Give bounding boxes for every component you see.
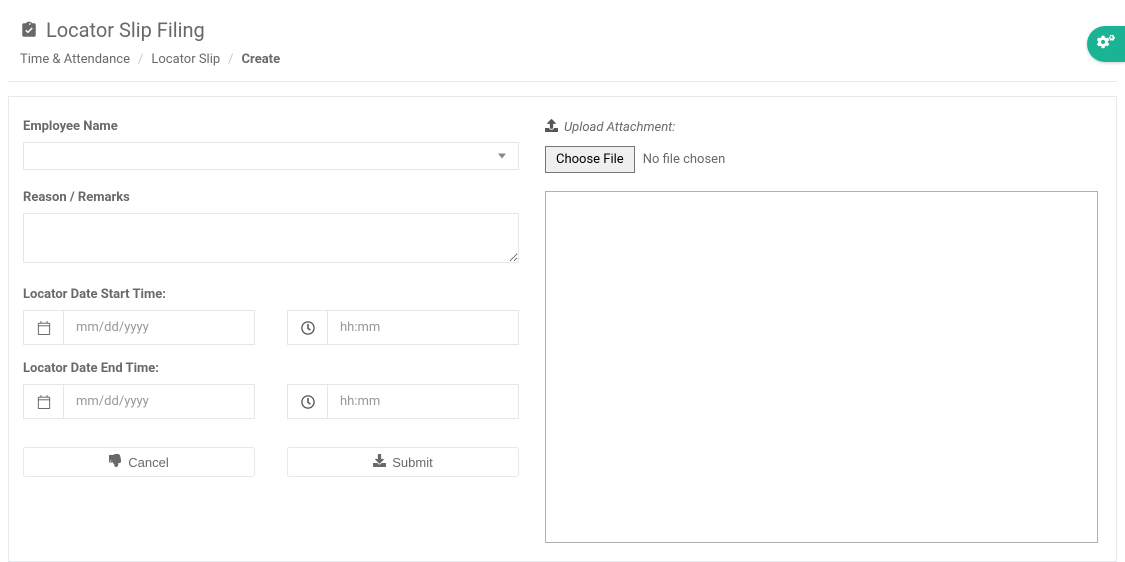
end-time-group — [287, 384, 519, 419]
submit-button[interactable]: Submit — [287, 447, 519, 477]
clock-icon[interactable] — [287, 384, 327, 419]
header-divider — [8, 81, 1117, 82]
cancel-button-label: Cancel — [128, 455, 168, 470]
form-column-right: Upload Attachment: Choose File No file c… — [545, 119, 1098, 543]
employee-select[interactable] — [23, 142, 519, 170]
reason-label: Reason / Remarks — [23, 190, 519, 205]
file-status: No file chosen — [643, 152, 726, 167]
clipboard-check-icon — [20, 21, 38, 39]
page-title-row: Locator Slip Filing — [20, 18, 1105, 42]
upload-label-text: Upload Attachment: — [564, 120, 675, 135]
start-time-input[interactable] — [327, 310, 519, 345]
breadcrumb-separator: / — [228, 52, 233, 67]
page-title: Locator Slip Filing — [46, 18, 205, 42]
upload-label: Upload Attachment: — [545, 119, 675, 136]
clock-icon[interactable] — [287, 310, 327, 345]
download-icon — [373, 454, 386, 470]
action-buttons: Cancel Submit — [23, 447, 519, 477]
calendar-icon[interactable] — [23, 310, 63, 345]
calendar-icon[interactable] — [23, 384, 63, 419]
page-header: Locator Slip Filing Time & Attendance / … — [0, 0, 1125, 81]
breadcrumb-separator: / — [138, 52, 143, 67]
file-input-row: Choose File No file chosen — [545, 146, 1098, 173]
choose-file-button[interactable]: Choose File — [545, 146, 635, 173]
start-time-group — [287, 310, 519, 345]
end-date-input[interactable] — [63, 384, 255, 419]
caret-down-icon — [498, 154, 506, 159]
cancel-button[interactable]: Cancel — [23, 447, 255, 477]
start-group: Locator Date Start Time: — [23, 287, 519, 345]
upload-icon — [545, 119, 558, 136]
end-date-group — [23, 384, 255, 419]
reason-group: Reason / Remarks — [23, 190, 519, 267]
attachment-preview — [545, 191, 1098, 543]
submit-button-label: Submit — [392, 455, 432, 470]
end-group: Locator Date End Time: — [23, 361, 519, 419]
employee-label: Employee Name — [23, 119, 519, 134]
reason-textarea[interactable] — [23, 213, 519, 263]
form-card: Employee Name Reason / Remarks Locator D… — [8, 96, 1117, 562]
end-time-input[interactable] — [327, 384, 519, 419]
end-label: Locator Date End Time: — [23, 361, 519, 376]
employee-group: Employee Name — [23, 119, 519, 170]
breadcrumb: Time & Attendance / Locator Slip / Creat… — [20, 52, 1105, 67]
form-column-left: Employee Name Reason / Remarks Locator D… — [23, 119, 519, 543]
breadcrumb-time-attendance[interactable]: Time & Attendance — [20, 52, 130, 67]
breadcrumb-current: Create — [242, 52, 281, 67]
gears-icon — [1097, 33, 1115, 55]
start-date-input[interactable] — [63, 310, 255, 345]
start-label: Locator Date Start Time: — [23, 287, 519, 302]
breadcrumb-locator-slip[interactable]: Locator Slip — [151, 52, 220, 67]
thumbs-down-icon — [109, 454, 122, 470]
start-date-group — [23, 310, 255, 345]
settings-fab[interactable] — [1087, 26, 1125, 62]
